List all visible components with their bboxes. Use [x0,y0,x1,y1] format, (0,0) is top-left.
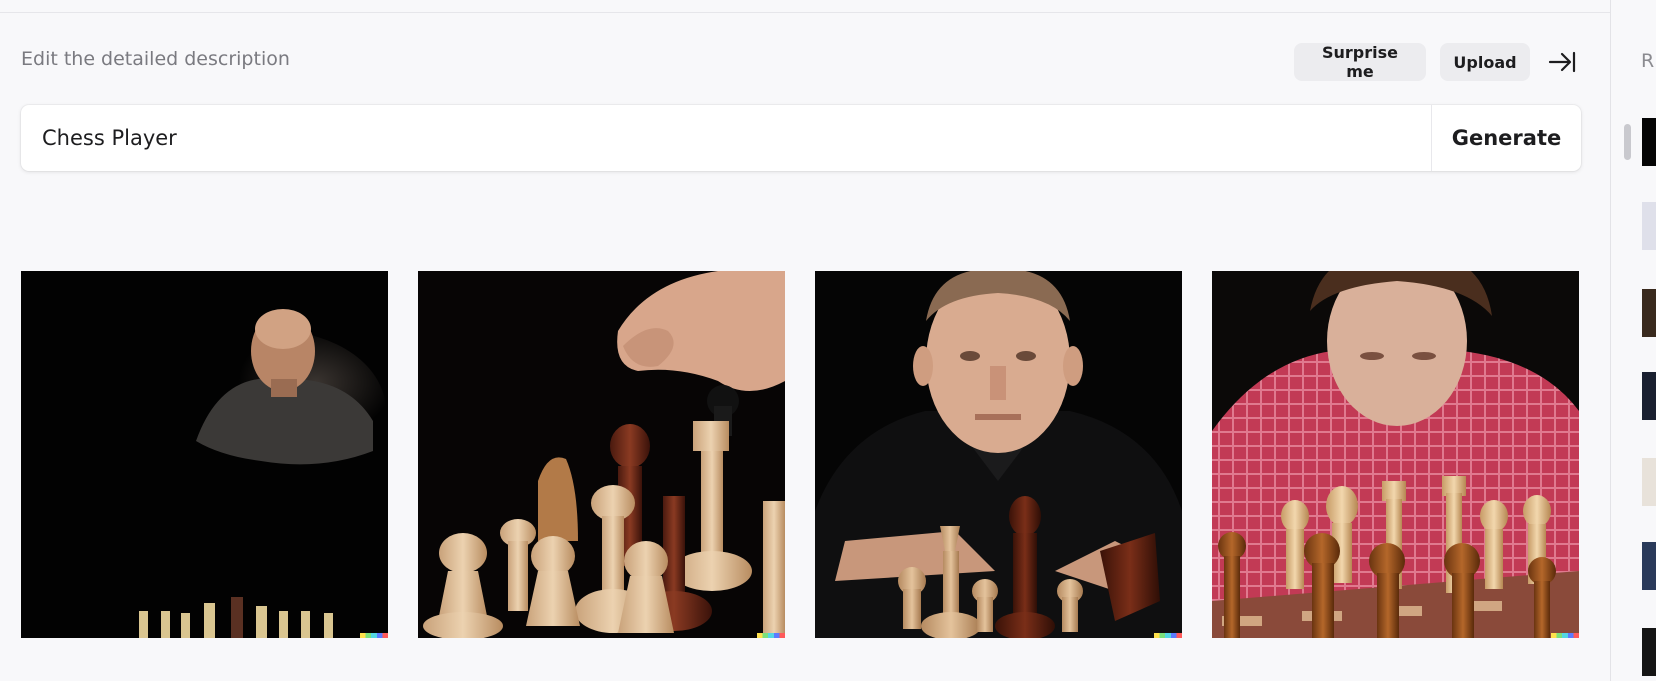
description-hint: Edit the detailed description [21,48,290,70]
history-thumbnail[interactable] [1642,628,1656,676]
generated-image [815,271,1182,638]
generated-image [418,271,785,638]
top-bar [0,0,1610,13]
collapse-sidebar-icon[interactable] [1547,49,1577,75]
prompt-bar: Generate [21,105,1581,171]
signature-mark [1551,633,1579,638]
signature-mark [360,633,388,638]
generated-image [21,271,388,638]
signature-mark [1154,633,1182,638]
history-thumbnail[interactable] [1642,118,1656,166]
result-image-2[interactable] [418,271,785,638]
main-panel: Edit the detailed description Surprise m… [0,0,1610,681]
sidebar-scrollbar[interactable] [1624,124,1631,160]
result-image-1[interactable] [21,271,388,638]
generated-image [1212,271,1579,638]
history-thumbnail[interactable] [1642,202,1656,250]
result-image-3[interactable] [815,271,1182,638]
history-thumbnail[interactable] [1642,458,1656,506]
sidebar-title: R [1641,50,1655,72]
prompt-input[interactable] [21,105,1431,171]
upload-button[interactable]: Upload [1440,43,1530,81]
generate-button[interactable]: Generate [1431,105,1581,171]
history-sidebar: R [1610,0,1656,681]
surprise-me-button[interactable]: Surprise me [1294,43,1426,81]
history-thumbnail[interactable] [1642,289,1656,337]
result-image-4[interactable] [1212,271,1579,638]
history-thumbnail[interactable] [1642,542,1656,590]
signature-mark [757,633,785,638]
history-thumbnail[interactable] [1642,372,1656,420]
